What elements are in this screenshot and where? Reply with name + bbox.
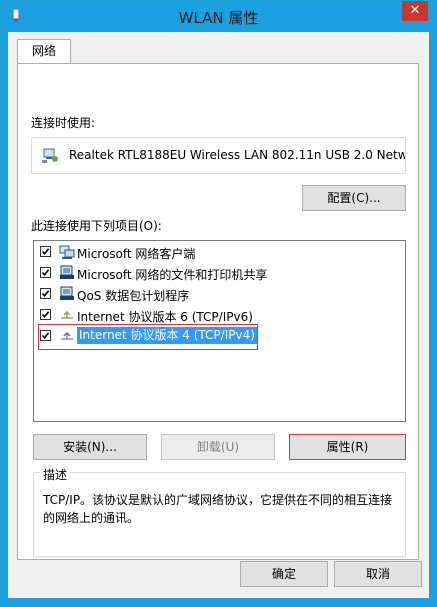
protocol-icon <box>61 310 73 319</box>
file-printer-sharing-icon <box>60 265 74 279</box>
tab-network[interactable]: 网络 <box>17 39 71 64</box>
list-item[interactable]: QoS 数据包计划程序 <box>34 284 405 305</box>
item-label: Microsoft 网络客户端 <box>77 247 196 261</box>
adapter-icon <box>42 148 58 163</box>
qos-scheduler-icon <box>60 286 74 300</box>
network-client-icon <box>59 245 75 259</box>
item-checkbox[interactable] <box>40 246 51 257</box>
checkmark-icon <box>41 290 50 298</box>
dialog-client-area: 网络 连接时使用: Realtek RTL8188EU Wireless LAN… <box>8 32 429 598</box>
item-checkbox[interactable] <box>40 309 51 320</box>
adapter-display: Realtek RTL8188EU Wireless LAN 802.11n U… <box>31 137 406 174</box>
cancel-button[interactable]: 取消 <box>334 561 422 587</box>
item-label: Microsoft 网络的文件和打印机共享 <box>77 268 268 282</box>
uninstall-button[interactable]: 卸载(U) <box>161 434 275 460</box>
list-item[interactable]: Microsoft 网络的文件和打印机共享 <box>34 263 405 284</box>
configure-button[interactable]: 配置(C)... <box>302 185 406 211</box>
ok-button[interactable]: 确定 <box>240 561 328 587</box>
network-tab-panel: 连接时使用: Realtek RTL8188EU Wireless LAN 80… <box>17 63 419 560</box>
selection-highlight-box <box>38 324 258 350</box>
close-icon: ✕ <box>409 3 421 18</box>
wlan-properties-window: WLAN 属性 ✕ 网络 连接时使用: Realtek RTL8188EU Wi… <box>0 0 437 607</box>
item-label: Internet 协议版本 6 (TCP/IPv6) <box>77 310 253 324</box>
checkmark-icon <box>41 248 50 256</box>
item-label: QoS 数据包计划程序 <box>77 289 190 303</box>
list-item[interactable]: Internet 协议版本 6 (TCP/IPv6) <box>34 305 405 326</box>
connect-using-label: 连接时使用: <box>31 116 96 130</box>
description-text: TCP/IP。该协议是默认的广域网络协议，它提供在不同的相互连接的网络上的通讯。 <box>43 493 393 525</box>
checkmark-icon <box>41 311 50 319</box>
item-checkbox[interactable] <box>40 267 51 278</box>
list-item[interactable]: Microsoft 网络客户端 <box>34 242 405 263</box>
adapter-name: Realtek RTL8188EU Wireless LAN 802.11n U… <box>69 148 405 162</box>
tab-strip: 网络 <box>8 32 429 64</box>
close-button[interactable]: ✕ <box>402 1 428 21</box>
checkmark-icon <box>41 269 50 277</box>
items-label: 此连接使用下列项目(O): <box>31 219 162 233</box>
window-title: WLAN 属性 <box>178 9 259 27</box>
item-checkbox[interactable] <box>40 288 51 299</box>
components-list[interactable]: Microsoft 网络客户端 Microsoft 网络的文件和打印机共享 Qo… <box>33 240 406 422</box>
properties-button[interactable]: 属性(R) <box>289 434 406 460</box>
description-title: 描述 <box>40 466 71 483</box>
title-bar[interactable]: WLAN 属性 ✕ <box>1 1 436 32</box>
install-button[interactable]: 安装(N)... <box>33 434 147 460</box>
